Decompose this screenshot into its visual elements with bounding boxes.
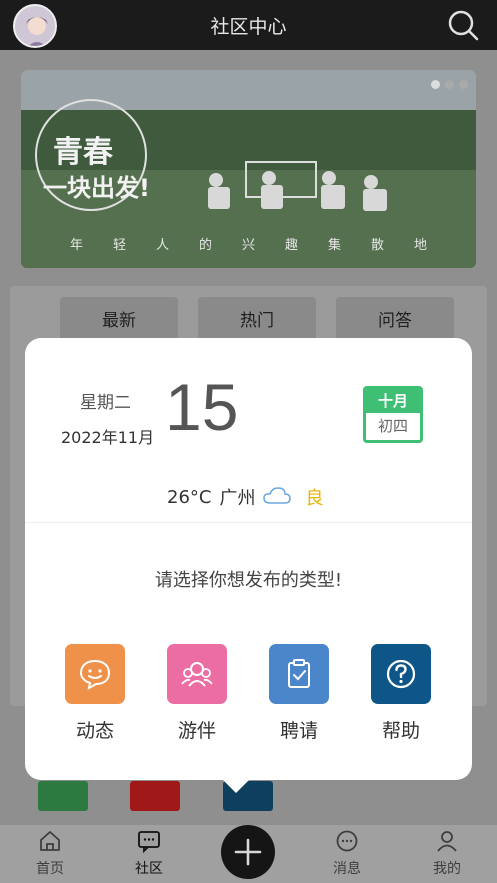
- carousel-dot[interactable]: [431, 80, 440, 89]
- publish-help-button[interactable]: 帮助: [371, 644, 431, 743]
- weekday: 星期二: [80, 393, 131, 413]
- year-month: 2022年11月: [61, 428, 155, 447]
- nav-community[interactable]: 社区: [119, 829, 179, 878]
- banner-tagline: 年轻人的兴趣集散地: [69, 238, 457, 253]
- temperature: 26°C: [167, 486, 212, 508]
- publish-prompt: 请选择你想发布的类型!: [154, 570, 343, 591]
- day-number: 15: [165, 370, 239, 444]
- lunar-day: 初四: [377, 417, 408, 435]
- banner-headline-2: 一块出发!: [43, 174, 150, 202]
- nav-profile-label: 我的: [433, 861, 461, 877]
- banner-headline-1: 青春: [53, 135, 113, 170]
- publish-actions: 动态 游伴 聘请 帮助: [65, 644, 431, 743]
- carousel-dot[interactable]: [445, 80, 454, 89]
- city: 广州: [219, 488, 256, 509]
- publish-fab-button[interactable]: [221, 825, 275, 879]
- plus-icon: [234, 838, 262, 866]
- publish-hire-label: 聘请: [279, 720, 318, 742]
- publish-dynamic-label: 动态: [75, 720, 114, 742]
- publish-companion-label: 游伴: [177, 720, 216, 742]
- publish-hire-button[interactable]: 聘请: [269, 644, 329, 743]
- user-icon: [437, 831, 457, 852]
- publish-dynamic-button[interactable]: 动态: [65, 644, 125, 743]
- clipboard-check-icon: [269, 644, 329, 704]
- nav-messages[interactable]: 消息: [317, 829, 377, 878]
- carousel-dots: [431, 80, 468, 89]
- nav-home[interactable]: 首页: [20, 829, 80, 878]
- weather-row: 26°C 广州 良: [167, 484, 323, 510]
- lunar-month: 十月: [366, 389, 420, 413]
- nav-profile[interactable]: 我的: [417, 829, 477, 878]
- nav-community-label: 社区: [135, 861, 163, 877]
- group-icon: [167, 644, 227, 704]
- publish-help-label: 帮助: [381, 720, 420, 742]
- publish-companion-button[interactable]: 游伴: [167, 644, 227, 743]
- air-quality: 良: [305, 488, 324, 509]
- chat-icon: [138, 831, 160, 854]
- cloud-icon: [263, 486, 292, 509]
- top-bar: 社区中心: [0, 0, 497, 50]
- modal-pointer: [223, 780, 249, 793]
- nav-messages-label: 消息: [333, 861, 361, 877]
- message-icon: [336, 830, 358, 852]
- smile-bubble-icon: [65, 644, 125, 704]
- search-icon[interactable]: [447, 9, 479, 41]
- home-icon: [40, 831, 60, 851]
- nav-home-label: 首页: [36, 861, 64, 877]
- banner-carousel[interactable]: 青春 一块出发! 年轻人的兴趣集散地: [21, 70, 476, 268]
- publish-modal: 星期二 2022年11月 15 十月 初四 26°C 广州 良 请选择你想发布的…: [25, 338, 472, 780]
- feed-tile[interactable]: [130, 781, 180, 811]
- feed-tile[interactable]: [38, 781, 88, 811]
- page-title: 社区中心: [210, 16, 287, 38]
- carousel-dot[interactable]: [459, 80, 468, 89]
- divider: [25, 522, 472, 523]
- lunar-date-badge: 十月 初四: [363, 386, 423, 443]
- question-icon: [371, 644, 431, 704]
